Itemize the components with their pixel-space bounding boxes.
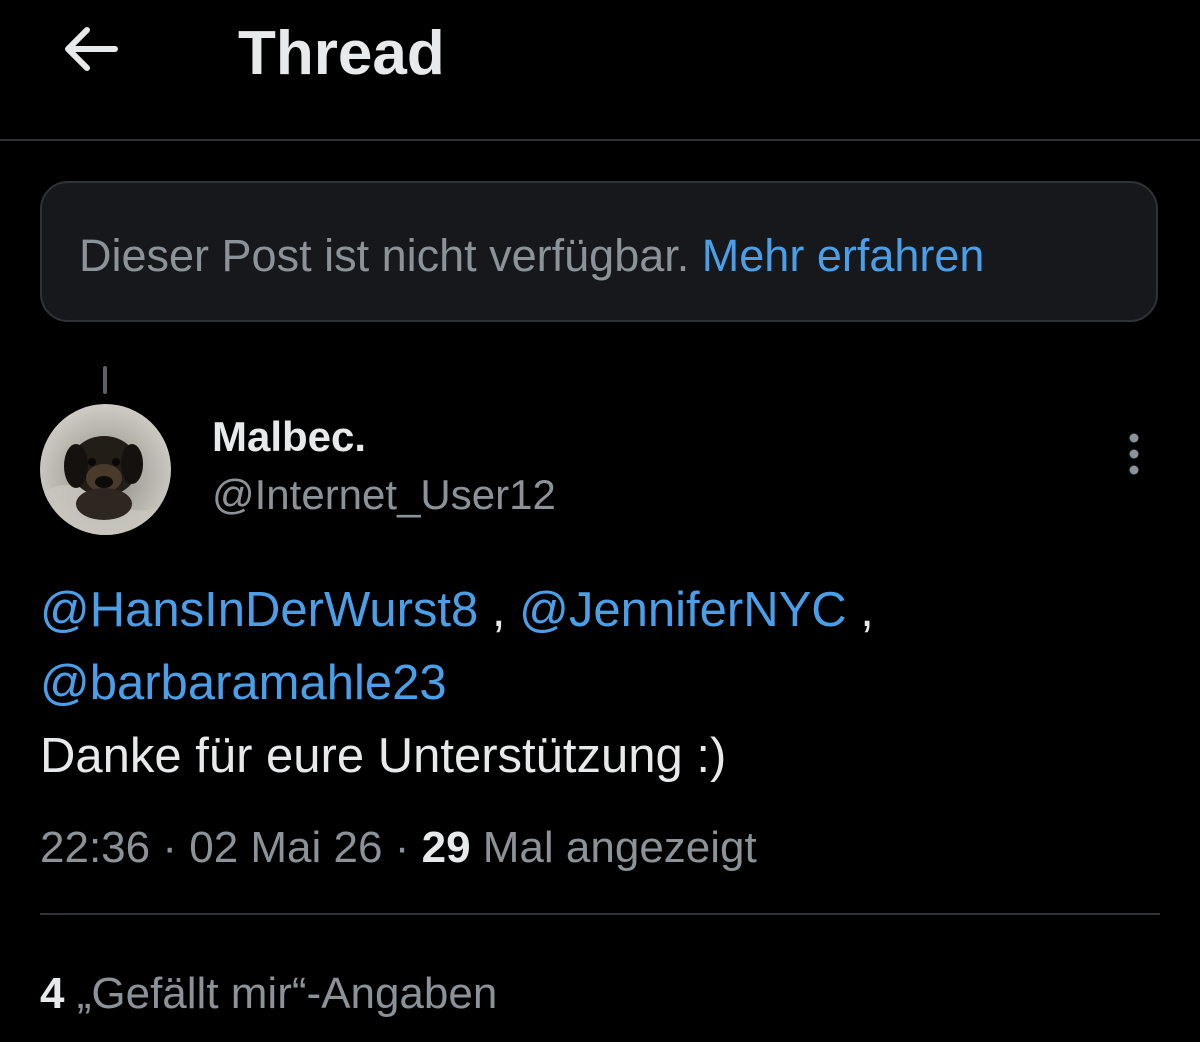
post-message: Danke für eure Unterstützung :)	[40, 729, 727, 783]
avatar-dog-image	[40, 404, 171, 535]
thread-connector-line	[103, 366, 107, 394]
mention-separator: ,	[860, 583, 874, 637]
post-time[interactable]: 22:36	[40, 823, 150, 872]
unavailable-post-notice: Dieser Post ist nicht verfügbar. Mehr er…	[40, 181, 1158, 322]
mention-link[interactable]: @HansInDerWurst8	[40, 583, 478, 637]
mention-link[interactable]: @barbaramahle23	[40, 656, 447, 710]
meta-dot: ·	[162, 823, 177, 872]
arrow-left-icon	[63, 26, 119, 77]
author-handle[interactable]: @Internet_User12	[212, 470, 556, 520]
post-text: @HansInDerWurst8 , @JenniferNYC , @barba…	[40, 574, 1160, 793]
mention-link[interactable]: @JenniferNYC	[519, 583, 847, 637]
meta-dot: ·	[394, 823, 410, 872]
avatar[interactable]	[40, 404, 171, 535]
views-label: Mal angezeigt	[482, 823, 757, 872]
top-bar: Thread	[0, 0, 1200, 141]
likes-label: „Gefällt mir“-Angaben	[76, 969, 498, 1018]
author-display-name[interactable]: Malbec.	[212, 412, 366, 462]
likes-summary[interactable]: 4 „Gefällt mir“-Angaben	[40, 966, 497, 1022]
mentions-line-2: @barbaramahle23	[40, 647, 1160, 720]
mentions-line-1: @HansInDerWurst8 , @JenniferNYC ,	[40, 574, 1160, 647]
divider	[40, 913, 1160, 915]
mention-separator: ,	[491, 583, 506, 637]
post-metadata: 22:36 · 02 Mai 26 · 29 Mal angezeigt	[40, 820, 757, 876]
page-title: Thread	[238, 19, 445, 88]
learn-more-link[interactable]: Mehr erfahren	[702, 230, 985, 281]
more-options-button[interactable]	[1110, 428, 1158, 484]
views-count: 29	[421, 823, 471, 872]
more-vertical-icon	[1127, 432, 1141, 481]
unavailable-message-line: Dieser Post ist nicht verfügbar. Mehr er…	[79, 228, 984, 284]
unavailable-message: Dieser Post ist nicht verfügbar.	[79, 230, 690, 281]
post-date[interactable]: 02 Mai 26	[189, 823, 382, 872]
back-button[interactable]	[56, 16, 126, 86]
likes-count: 4	[40, 969, 65, 1018]
